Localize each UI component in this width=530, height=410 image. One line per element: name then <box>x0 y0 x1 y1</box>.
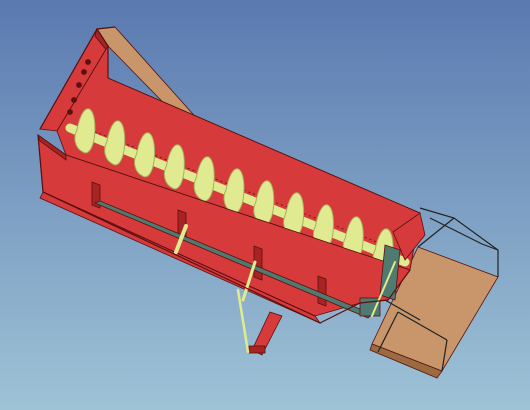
auger-conveyor-model-scene[interactable] <box>0 0 530 410</box>
cad-3d-viewport[interactable] <box>0 0 530 410</box>
support-leg-foot <box>248 345 266 354</box>
